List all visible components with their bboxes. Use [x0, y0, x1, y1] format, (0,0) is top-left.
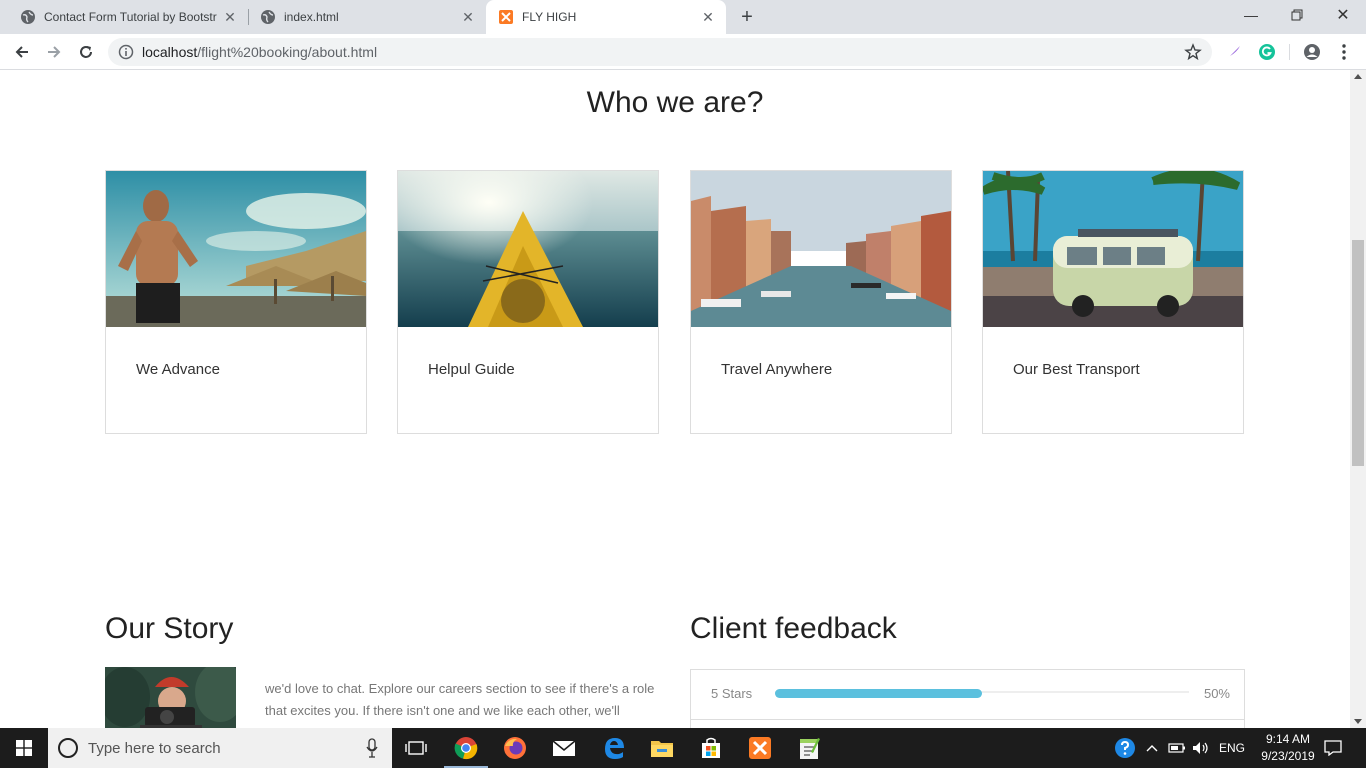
globe-icon — [260, 9, 276, 25]
tab-contact-form[interactable]: Contact Form Tutorial by Bootstr ✕ — [8, 0, 248, 34]
windows-start-icon[interactable] — [0, 728, 48, 768]
story-paragraph: we'd love to chat. Explore our careers s… — [265, 681, 655, 718]
page-scrollbar[interactable] — [1350, 70, 1366, 728]
rating-row: 5 Stars 50% — [691, 670, 1244, 720]
url-host: localhost — [142, 44, 198, 60]
url-path: /flight%20booking/about.html — [197, 44, 378, 60]
minimize-icon[interactable]: — — [1228, 0, 1274, 30]
card-label: Our Best Transport — [1013, 361, 1140, 378]
notepad-plus-plus-icon[interactable] — [785, 728, 833, 768]
forward-icon[interactable] — [42, 40, 66, 64]
url-text: localhost/flight%20booking/about.html — [142, 44, 377, 60]
feedback-panel: 5 Stars 50% — [690, 669, 1245, 728]
firefox-icon[interactable] — [491, 728, 539, 768]
photographer-photo — [105, 667, 236, 728]
microphone-icon[interactable] — [366, 738, 378, 758]
scroll-down-arrow-icon[interactable] — [1354, 719, 1362, 724]
card-we-advance[interactable]: We Advance — [105, 170, 367, 434]
store-icon[interactable] — [687, 728, 735, 768]
card-label: Helpul Guide — [428, 361, 515, 378]
help-icon[interactable] — [1102, 728, 1148, 768]
card-helpul-guide[interactable]: Helpul Guide — [397, 170, 659, 434]
card-label: We Advance — [136, 361, 220, 378]
beach-man-photo — [106, 171, 366, 327]
volume-icon[interactable] — [1192, 728, 1210, 768]
reload-icon[interactable] — [74, 40, 98, 64]
close-tab-icon[interactable]: ✕ — [700, 9, 716, 25]
card-travel-anywhere[interactable]: Travel Anywhere — [690, 170, 952, 434]
restore-icon[interactable] — [1274, 0, 1320, 30]
bookmark-star-icon[interactable] — [1184, 43, 1202, 61]
search-placeholder: Type here to search — [88, 740, 221, 757]
close-tab-icon[interactable]: ✕ — [222, 9, 238, 25]
scrollbar-thumb[interactable] — [1352, 240, 1364, 466]
kayak-photo — [398, 171, 658, 327]
feather-extension-icon[interactable] — [1224, 42, 1244, 62]
cortana-icon — [58, 738, 78, 758]
clock-date: 9/23/2019 — [1261, 749, 1315, 763]
system-clock[interactable]: 9:14 AM 9/23/2019 — [1256, 731, 1320, 765]
card-label: Travel Anywhere — [721, 361, 833, 378]
browser-toolbar: localhost/flight%20booking/about.html — [0, 34, 1366, 70]
info-icon[interactable] — [118, 44, 134, 60]
chrome-icon[interactable] — [442, 728, 490, 768]
file-explorer-icon[interactable] — [638, 728, 686, 768]
tab-title: index.html — [284, 10, 339, 24]
tab-title: Contact Form Tutorial by Bootstr — [44, 10, 217, 24]
rating-label: 5 Stars — [711, 686, 753, 701]
clock-time: 9:14 AM — [1265, 732, 1311, 746]
menu-kebab-icon[interactable] — [1334, 42, 1354, 62]
client-feedback-heading: Client feedback — [690, 612, 897, 645]
taskbar-search-box[interactable]: Type here to search — [48, 728, 392, 768]
tab-strip: Contact Form Tutorial by Bootstr ✕ index… — [0, 0, 1366, 34]
edge-icon[interactable] — [590, 728, 638, 768]
card-our-best-transport[interactable]: Our Best Transport — [982, 170, 1244, 434]
toolbar-divider — [1289, 44, 1290, 60]
our-story-heading: Our Story — [105, 612, 234, 645]
new-tab-icon[interactable]: + — [736, 6, 758, 28]
who-we-are-heading: Who we are? — [586, 86, 764, 119]
mail-icon[interactable] — [540, 728, 588, 768]
rating-progress-bar — [775, 689, 982, 698]
camper-van-photo — [983, 171, 1243, 327]
profile-avatar-icon[interactable] — [1302, 42, 1322, 62]
venice-canal-photo — [691, 171, 951, 327]
action-center-icon[interactable] — [1324, 728, 1342, 768]
scroll-up-arrow-icon[interactable] — [1354, 74, 1362, 79]
input-language[interactable]: ENG — [1219, 728, 1245, 768]
xampp-icon[interactable] — [736, 728, 784, 768]
close-window-icon[interactable]: ✕ — [1320, 0, 1366, 30]
show-hidden-icons-chevron-icon[interactable] — [1146, 728, 1158, 768]
battery-icon[interactable] — [1168, 728, 1186, 768]
xampp-icon — [498, 9, 514, 25]
tab-title: FLY HIGH — [522, 10, 577, 24]
task-view-icon[interactable] — [392, 728, 440, 768]
tab-fly-high[interactable]: FLY HIGH ✕ — [486, 0, 726, 34]
back-icon[interactable] — [10, 40, 34, 64]
close-tab-icon[interactable]: ✕ — [460, 9, 476, 25]
windows-taskbar: Type here to search ENG 9:14 AM 9/23/201… — [0, 728, 1366, 768]
grammarly-icon[interactable] — [1257, 42, 1277, 62]
page-viewport: Who we are? We Advance Helpul Guide Trav… — [0, 70, 1350, 728]
globe-icon — [20, 9, 36, 25]
tab-index[interactable]: index.html ✕ — [248, 0, 486, 34]
address-bar[interactable]: localhost/flight%20booking/about.html — [108, 38, 1212, 66]
rating-percent: 50% — [1203, 686, 1230, 701]
